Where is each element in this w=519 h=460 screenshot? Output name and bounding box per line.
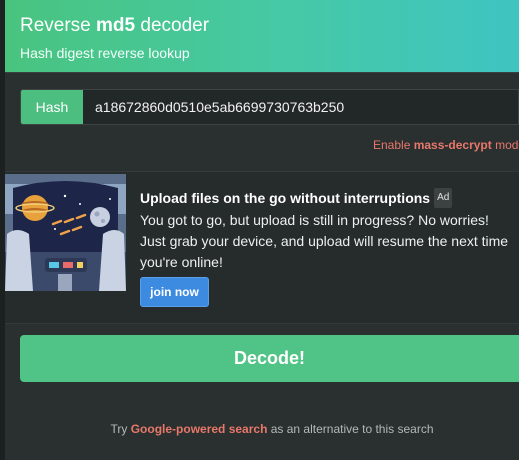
ad-badge: Ad — [434, 188, 453, 208]
ad-headline[interactable]: Upload files on the go without interrupt… — [140, 188, 515, 208]
page-subtitle: Hash digest reverse lookup — [20, 45, 190, 61]
page-title: Reverse md5 decoder — [20, 14, 519, 38]
ad-copy: Upload files on the go without interrupt… — [140, 188, 515, 273]
hash-field-group: Hash — [20, 89, 519, 125]
join-now-button[interactable]: join now — [140, 277, 209, 307]
advertisement: Upload files on the go without interrupt… — [5, 171, 519, 324]
title-prefix: Reverse — [20, 15, 97, 36]
google-search-link[interactable]: Google-powered search — [131, 422, 268, 436]
main-panel: Hash Enable mass-decrypt mode — [5, 72, 519, 460]
mass-decrypt-keyword: mass-decrypt — [413, 138, 492, 152]
mass-decrypt-toggle-link[interactable]: Enable mass-decrypt mode — [373, 138, 519, 152]
ad-body-text: You got to go, but upload is still in pr… — [140, 212, 509, 270]
alt-suffix: as an alternative to this search — [267, 422, 434, 436]
alternative-search-note: Try Google-powered search as an alternat… — [5, 422, 519, 436]
mass-decrypt-prefix: Enable — [373, 138, 414, 152]
hash-label: Hash — [21, 90, 83, 124]
page-header: Reverse md5 decoder Hash digest reverse … — [5, 0, 519, 72]
decode-button[interactable]: Decode! — [20, 335, 519, 382]
title-algorithm: md5 — [96, 15, 136, 36]
alt-prefix: Try — [110, 422, 131, 436]
hash-input[interactable] — [83, 90, 518, 124]
ad-headline-text: Upload files on the go without interrupt… — [140, 190, 431, 206]
title-suffix: decoder — [135, 15, 210, 36]
mass-decrypt-suffix: mode — [495, 138, 519, 152]
ad-illustration[interactable] — [5, 174, 126, 291]
